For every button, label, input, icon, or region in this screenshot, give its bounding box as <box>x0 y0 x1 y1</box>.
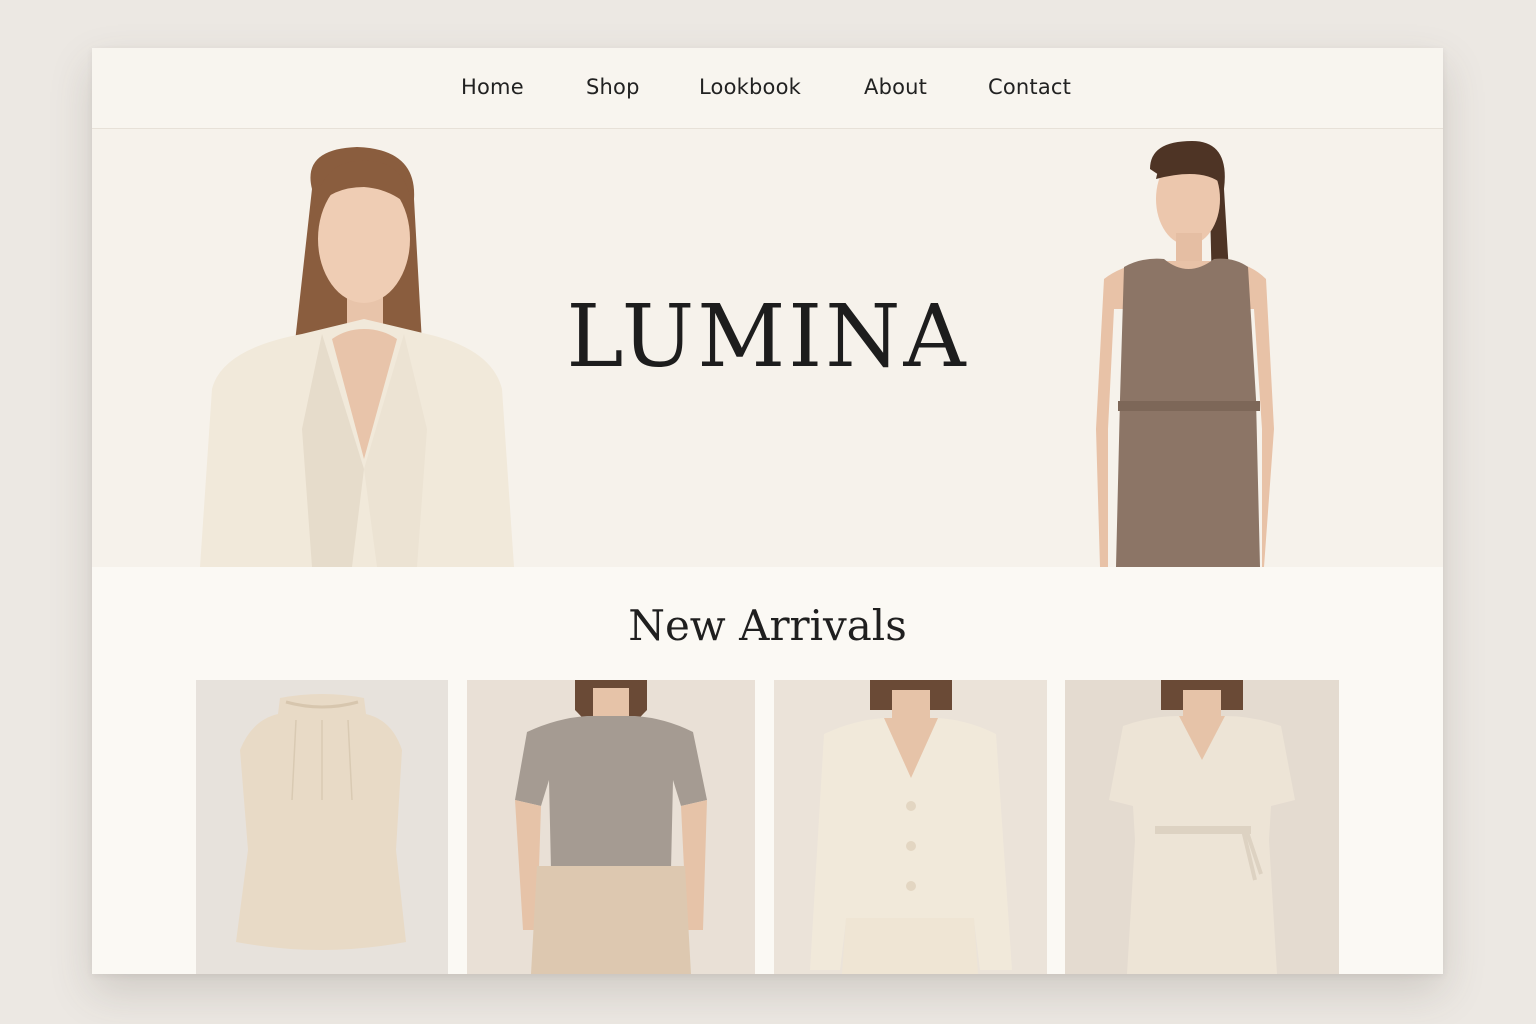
nav-home-link[interactable]: Home <box>461 75 524 99</box>
product-image-tshirt <box>515 680 707 974</box>
brand-title: LUMINA <box>566 287 969 387</box>
product-image-dress <box>1109 680 1295 974</box>
product-card-dress[interactable] <box>1065 680 1339 974</box>
new-arrivals-title: New Arrivals <box>628 601 907 650</box>
nav-shop-link[interactable]: Shop <box>586 75 640 99</box>
product-card-tshirt[interactable] <box>467 680 755 974</box>
main-nav: Home Shop Lookbook About Contact <box>92 48 1443 129</box>
product-card-blouse[interactable] <box>196 680 448 974</box>
nav-about-link[interactable]: About <box>864 75 927 99</box>
hero-banner: LUMINA <box>92 129 1443 567</box>
nav-contact-link[interactable]: Contact <box>988 75 1071 99</box>
browser-window: Home Shop Lookbook About Contact LUMINA … <box>92 48 1443 974</box>
product-card-cardigan[interactable] <box>774 680 1047 974</box>
product-image-blouse <box>236 694 406 950</box>
product-image-cardigan <box>810 680 1012 974</box>
nav-lookbook-link[interactable]: Lookbook <box>699 75 801 99</box>
